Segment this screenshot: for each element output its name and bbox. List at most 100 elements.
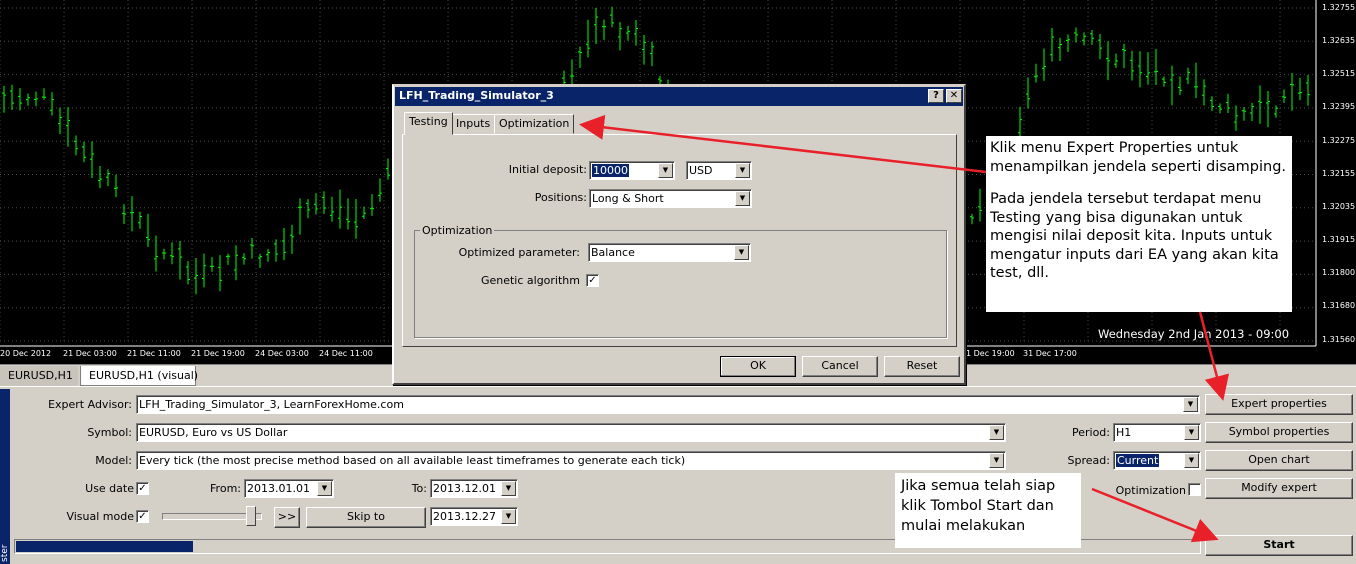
genetic-algorithm-checkbox[interactable]: ✓ — [586, 274, 599, 287]
chevron-down-icon[interactable]: ▼ — [501, 481, 516, 496]
chevron-down-icon[interactable]: ▼ — [501, 509, 516, 524]
from-date-value: 2013.01.01 — [247, 482, 310, 495]
positions-label: Positions: — [534, 191, 587, 204]
callout-text: mengatur inputs dari EA yang akan kita — [990, 246, 1279, 263]
currency-value: USD — [689, 164, 713, 177]
symbol-value: EURUSD, Euro vs US Dollar — [139, 426, 288, 439]
chevron-down-icon[interactable]: ▼ — [735, 163, 750, 178]
chevron-down-icon[interactable]: ▼ — [735, 191, 750, 206]
callout-text: klik Tombol Start dan — [901, 498, 1054, 514]
from-label: From: — [210, 482, 241, 495]
time-label: 21 Dec 19:00 — [191, 349, 245, 358]
initial-deposit-value: 10000 — [592, 164, 629, 177]
optimized-parameter-label: Optimized parameter: — [458, 246, 580, 259]
fast-forward-button[interactable]: >> — [274, 507, 300, 528]
time-label: 24 Dec 03:00 — [255, 349, 309, 358]
optimization-group-label: Optimization — [420, 224, 495, 237]
callout-text: Jika semua telah siap — [901, 478, 1056, 494]
time-label: 20 Dec 2012 — [0, 349, 52, 358]
skip-to-button[interactable]: Skip to — [306, 507, 426, 528]
skip-to-date-input[interactable]: 2013.12.27 ▼ — [430, 507, 518, 526]
time-label: 31 Dec 17:00 — [1023, 349, 1077, 358]
dialog-title: LFH_Trading_Simulator_3 — [399, 89, 554, 102]
optimization-label: Optimization — [1115, 484, 1186, 497]
chevron-down-icon[interactable]: ▼ — [1184, 425, 1199, 440]
chevron-down-icon[interactable]: ▼ — [989, 425, 1004, 440]
open-chart-button[interactable]: Open chart — [1205, 450, 1353, 471]
use-date-label: Use date — [85, 482, 134, 495]
chevron-down-icon[interactable]: ▼ — [658, 163, 673, 178]
initial-deposit-select[interactable]: 10000 ▼ — [589, 161, 675, 180]
callout-text: test, dll. — [990, 265, 1049, 281]
tab-inputs[interactable]: Inputs — [451, 114, 496, 134]
time-label: 1 Dec 19:00 — [966, 349, 1015, 358]
expert-advisor-label: Expert Advisor: — [48, 398, 132, 411]
price-label: 1.31800 — [1322, 268, 1356, 277]
callout-text: mulai melakukan — [901, 518, 1026, 534]
spread-select[interactable]: Current ▼ — [1113, 451, 1201, 470]
tab-eurusd-h1[interactable]: EURUSD,H1 — [0, 366, 78, 386]
price-label: 1.31915 — [1322, 235, 1356, 244]
symbol-label: Symbol: — [87, 426, 132, 439]
tab-optimization[interactable]: Optimization — [494, 114, 575, 134]
chevron-down-icon[interactable]: ▼ — [989, 453, 1004, 468]
visual-mode-label: Visual mode — [66, 510, 134, 523]
callout-text: menampilkan jendela seperti disamping. — [990, 158, 1287, 175]
chevron-down-icon[interactable]: ▼ — [734, 245, 749, 260]
modify-expert-button[interactable]: Modify expert — [1205, 478, 1353, 499]
start-button[interactable]: Start — [1205, 535, 1353, 556]
from-date-input[interactable]: 2013.01.01 ▼ — [244, 479, 334, 498]
price-label: 1.32515 — [1322, 69, 1356, 78]
cancel-button[interactable]: Cancel — [802, 356, 878, 377]
price-label: 1.31680 — [1322, 301, 1356, 310]
time-label: 21 Dec 11:00 — [127, 349, 181, 358]
symbol-properties-button[interactable]: Symbol properties — [1205, 422, 1353, 443]
to-label: To: — [411, 482, 427, 495]
expert-advisor-select[interactable]: LFH_Trading_Simulator_3, LearnForexHome.… — [136, 395, 1200, 414]
currency-select[interactable]: USD ▼ — [686, 161, 752, 180]
time-label: 21 Dec 03:00 — [63, 349, 117, 358]
dialog-title-bar[interactable]: LFH_Trading_Simulator_3 ? ✕ — [395, 87, 963, 106]
expert-advisor-value: LFH_Trading_Simulator_3, LearnForexHome.… — [139, 398, 404, 411]
reset-button[interactable]: Reset — [884, 356, 960, 377]
to-date-value: 2013.12.01 — [433, 482, 496, 495]
model-label: Model: — [95, 454, 132, 467]
close-icon[interactable]: ✕ — [946, 89, 962, 103]
ok-button[interactable]: OK — [720, 356, 796, 377]
chart-datestamp: Wednesday 2nd Jan 2013 - 09:00 — [1098, 327, 1290, 341]
symbol-select[interactable]: EURUSD, Euro vs US Dollar ▼ — [136, 423, 1006, 442]
tab-eurusd-h1-visual[interactable]: EURUSD,H1 (visual) — [80, 366, 198, 386]
chevron-down-icon[interactable]: ▼ — [317, 481, 332, 496]
chevron-down-icon[interactable]: ▼ — [1184, 453, 1199, 468]
callout-text: Klik menu Expert Properties untuk — [990, 140, 1239, 156]
use-date-checkbox[interactable]: ✓ — [136, 482, 149, 495]
initial-deposit-label: Initial deposit: — [508, 163, 587, 176]
chevron-down-icon[interactable]: ▼ — [1183, 397, 1198, 412]
callout-expert-properties: Klik menu Expert Properties untuk menamp… — [986, 136, 1292, 312]
callout-start: Jika semua telah siap klik Tombol Start … — [895, 473, 1081, 548]
expert-properties-button[interactable]: Expert properties — [1205, 394, 1353, 415]
callout-spacer — [990, 176, 1288, 190]
price-label: 1.32395 — [1322, 102, 1356, 111]
model-select[interactable]: Every tick (the most precise method base… — [136, 451, 1006, 470]
optimized-parameter-select[interactable]: Balance ▼ — [588, 243, 751, 262]
period-select[interactable]: H1 ▼ — [1113, 423, 1201, 442]
model-value: Every tick (the most precise method base… — [139, 454, 686, 467]
tab-testing[interactable]: Testing — [404, 112, 453, 135]
callout-text: mengisi nilai deposit kita. Inputs untuk — [990, 228, 1273, 244]
positions-select[interactable]: Long & Short ▼ — [589, 189, 752, 208]
positions-value: Long & Short — [592, 192, 664, 205]
to-date-input[interactable]: 2013.12.01 ▼ — [430, 479, 518, 498]
genetic-algorithm-label: Genetic algorithm — [480, 274, 580, 287]
price-label: 1.32755 — [1322, 3, 1356, 12]
price-label: 1.32635 — [1322, 36, 1356, 45]
expert-properties-dialog: LFH_Trading_Simulator_3 ? ✕ Testing Inpu… — [392, 84, 966, 385]
time-label: 24 Dec 11:00 — [319, 349, 373, 358]
optimization-checkbox[interactable] — [1188, 483, 1201, 496]
period-label: Period: — [1071, 426, 1110, 439]
help-icon[interactable]: ? — [928, 89, 944, 103]
visual-speed-slider-thumb[interactable] — [246, 506, 256, 526]
skip-to-date-value: 2013.12.27 — [433, 510, 496, 523]
visual-mode-checkbox[interactable]: ✓ — [136, 510, 149, 523]
tester-side-label: ster — [0, 389, 10, 564]
